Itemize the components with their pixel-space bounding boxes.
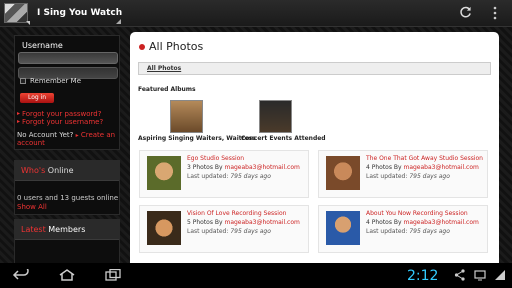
featured-album-caption[interactable]: Concert Events Attended [241,135,326,142]
clock: 2:12 [407,268,439,284]
album-thumbnail[interactable] [147,211,181,245]
album-updated-label: Last updated: [187,228,229,235]
album-thumbnail[interactable] [326,156,360,190]
whos-online-header: Who's Online [15,161,119,181]
album-meta: 4 Photos By mageaba3@hotmail.com [366,164,479,171]
no-account-text: No Account Yet? ▸ Create an [17,131,115,139]
album-meta: 5 Photos By mageaba3@hotmail.com [187,219,300,226]
featured-album-thumbnail[interactable] [170,100,203,133]
album-updated-value: 795 days ago [230,228,271,235]
album-updated: Last updated: 795 days ago [187,228,271,235]
album-title[interactable]: Ego Studio Session [187,155,244,162]
album-meta: 4 Photos By mageaba3@hotmail.com [366,219,479,226]
album-card[interactable]: About You Now Recording Session 4 Photos… [318,205,488,253]
album-author-link[interactable]: mageaba3@hotmail.com [403,219,478,226]
album-updated-value: 795 days ago [230,173,271,180]
album-meta-count: 4 Photos By [366,219,402,226]
app-icon[interactable] [4,3,28,23]
album-card[interactable]: The One That Got Away Studio Session 4 P… [318,150,488,198]
album-updated-label: Last updated: [187,173,229,180]
action-bar: I Sing You Watch [0,0,512,27]
album-thumbnail[interactable] [326,211,360,245]
latest-members-header: Latest Members [15,220,119,240]
forgot-password-link[interactable]: Forgot your password? [22,110,101,118]
featured-albums-label: Featured Albums [138,86,196,93]
app-title: I Sing You Watch [37,8,123,18]
whos-online-panel: Who's Online 0 users and 13 guests onlin… [14,160,120,215]
sidebar: Username Remember Me Log in ▸ Forgot you… [14,35,120,288]
album-updated-value: 795 days ago [409,228,450,235]
login-panel: Username Remember Me Log in ▸ Forgot you… [14,35,120,150]
home-icon[interactable] [58,269,76,281]
bullet-icon: ▸ [17,110,21,117]
album-card[interactable]: Vision Of Love Recording Session 5 Photo… [139,205,309,253]
album-updated: Last updated: 795 days ago [366,228,450,235]
latest-members-title-b: Members [48,225,86,234]
whos-online-title-a: Who's [21,166,46,175]
online-count-text: 0 users and 13 guests online [17,194,119,202]
album-title[interactable]: About You Now Recording Session [366,210,468,217]
album-author-link[interactable]: mageaba3@hotmail.com [224,164,299,171]
no-account-label: No Account Yet? [17,131,74,139]
album-updated-label: Last updated: [366,228,408,235]
album-title[interactable]: The One That Got Away Studio Session [366,155,483,162]
username-field[interactable] [18,52,118,64]
share-icon [454,269,465,281]
album-author-link[interactable]: mageaba3@hotmail.com [403,164,478,171]
bullet-icon: ▸ [17,118,21,125]
dropdown-indicator-icon [116,19,121,24]
show-all-link[interactable]: Show All [17,203,47,211]
whos-online-title: Who's Online [21,166,74,175]
system-navigation-bar: 2:12 [0,263,512,288]
whos-online-title-b: Online [47,166,74,175]
screen-icon [474,270,486,281]
username-label: Username [22,41,63,50]
latest-members-title-a: Latest [21,225,46,234]
album-thumbnail[interactable] [147,156,181,190]
create-account-link[interactable]: Create an [81,131,115,139]
login-button[interactable]: Log in [20,93,54,103]
album-title[interactable]: Vision Of Love Recording Session [187,210,286,217]
create-account-link-cont[interactable]: account [17,139,45,147]
main-content-panel: All Photos All Photos Featured Albums As… [130,32,499,263]
remember-label: Remember Me [30,77,81,85]
album-meta-count: 4 Photos By [366,164,402,171]
album-updated: Last updated: 795 days ago [187,173,271,180]
page-title: All Photos [149,40,204,53]
refresh-icon[interactable] [459,6,472,19]
album-updated-label: Last updated: [366,173,408,180]
featured-album-caption[interactable]: Aspiring Singing Waiters, Waitress [138,135,256,142]
recent-apps-icon[interactable] [104,269,122,281]
album-meta-count: 3 Photos By [187,164,223,171]
forgot-username-link[interactable]: Forgot your username? [22,118,103,126]
tab-all-photos[interactable]: All Photos [147,65,181,72]
tab-bar: All Photos [138,62,491,75]
bullet-icon: ▸ [75,132,79,139]
album-meta: 3 Photos By mageaba3@hotmail.com [187,164,300,171]
wifi-icon [495,270,505,280]
album-meta-count: 5 Photos By [187,219,223,226]
back-icon[interactable] [12,269,30,281]
latest-members-title: Latest Members [21,225,85,234]
featured-album-thumbnail[interactable] [259,100,292,133]
album-card[interactable]: Ego Studio Session 3 Photos By mageaba3@… [139,150,309,198]
remember-checkbox[interactable] [20,78,26,84]
album-author-link[interactable]: mageaba3@hotmail.com [224,219,299,226]
album-updated-value: 795 days ago [409,173,450,180]
album-updated: Last updated: 795 days ago [366,173,450,180]
title-bullet-icon [139,44,145,50]
overflow-menu-icon[interactable] [492,6,498,20]
